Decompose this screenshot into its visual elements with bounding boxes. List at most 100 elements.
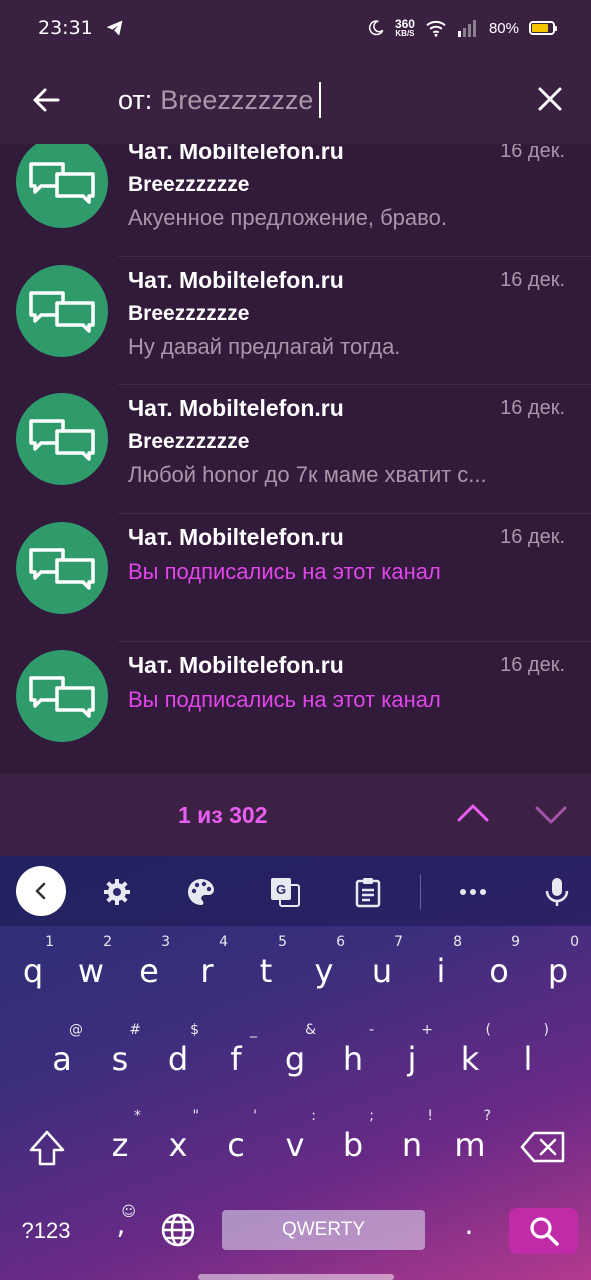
close-icon[interactable] [535, 84, 565, 114]
keyboard-collapse-button[interactable] [16, 866, 66, 916]
translate-icon[interactable]: G [269, 876, 301, 908]
keyboard-toolbar: G [0, 856, 591, 926]
search-results-list: Чат. Mobiltelefon.ru 16 дек. Breezzzzzze… [0, 144, 591, 774]
search-input[interactable]: от: Breezzzzzze [118, 82, 322, 118]
key-p[interactable]: 0p [533, 934, 583, 990]
key-x[interactable]: " x [153, 1108, 203, 1164]
result-counter: 1 из 302 [178, 802, 268, 828]
key-w[interactable]: 2w [66, 934, 116, 990]
message-preview: Любой honor до 7к маме хватит с... [128, 462, 487, 487]
search-filter-value: Breezzzzzze [160, 84, 314, 115]
battery-percent: 80% [488, 19, 519, 37]
svg-text:G: G [276, 882, 286, 897]
shift-icon[interactable] [27, 1128, 67, 1168]
clipboard-icon[interactable] [352, 876, 384, 908]
chat-title: Чат. Mobiltelefon.ru [128, 652, 344, 678]
palette-icon[interactable] [185, 876, 217, 908]
chat-bubbles-icon [29, 290, 95, 333]
signal-icon [457, 20, 476, 37]
key-f[interactable]: _ f [211, 1022, 261, 1078]
key-c[interactable]: ' c [211, 1108, 261, 1164]
key-v[interactable]: :v [270, 1108, 320, 1164]
key-l[interactable]: ) l [503, 1022, 553, 1078]
key-period[interactable]: . [444, 1208, 494, 1241]
moon-icon [368, 20, 384, 36]
gesture-nav-handle[interactable] [198, 1274, 394, 1280]
message-sender: Breezzzzzze [128, 173, 250, 196]
system-message: Вы подписались на этот канал [128, 558, 441, 584]
result-row[interactable]: Чат. Mobiltelefon.ru 16 дек. Breezzzzzze… [0, 385, 591, 514]
result-row[interactable]: Чат. Mobiltelefon.ru 16 дек. Вы подписал… [0, 514, 591, 642]
chat-avatar [16, 521, 108, 614]
chat-title: Чат. Mobiltelefon.ru [128, 144, 344, 164]
key-r[interactable]: 4r [182, 934, 232, 990]
key-g[interactable]: & g [270, 1022, 320, 1078]
key-m[interactable]: ? m [445, 1108, 495, 1164]
back-arrow-icon[interactable] [30, 84, 62, 116]
key-z[interactable]: * z [95, 1108, 145, 1164]
space-bar[interactable]: QWERTY [222, 1210, 425, 1250]
key-u[interactable]: 7u [357, 934, 407, 990]
message-date: 16 дек. [500, 525, 565, 548]
emoji-hint-icon: ☺ [121, 1204, 136, 1220]
key-y[interactable]: 6y [299, 934, 349, 990]
status-time: 23:31 [38, 17, 93, 39]
chat-bubbles-icon [29, 547, 95, 590]
result-row[interactable]: Чат. Mobiltelefon.ru 16 дек. Вы подписал… [0, 642, 591, 771]
backspace-icon[interactable] [520, 1130, 566, 1164]
more-icon[interactable] [457, 876, 489, 908]
result-row[interactable]: Чат. Mobiltelefon.ru 16 дек. Breezzzzzze… [0, 144, 591, 257]
message-date: 16 дек. [500, 654, 565, 676]
telegram-icon [106, 20, 123, 36]
key-s[interactable]: # s [95, 1022, 145, 1078]
chat-title: Чат. Mobiltelefon.ru [128, 266, 344, 293]
chat-bubbles-icon [29, 419, 95, 461]
key-b[interactable]: ; b [328, 1108, 378, 1164]
symbols-key[interactable]: ?123 [16, 1216, 76, 1246]
chat-bubbles-icon [29, 676, 95, 718]
message-sender: Breezzzzzze [128, 430, 250, 453]
chat-avatar [16, 144, 108, 228]
microphone-icon[interactable] [541, 876, 573, 908]
status-bar: 23:31 360 KB/S 80% [0, 0, 591, 56]
battery-icon [529, 21, 557, 35]
toolbar-divider [420, 874, 421, 910]
key-d[interactable]: $ d [153, 1022, 203, 1078]
chat-avatar [16, 650, 108, 742]
message-sender: Breezzzzzze [128, 301, 250, 325]
key-k[interactable]: (k [445, 1022, 495, 1078]
system-message: Вы подписались на этот канал [128, 687, 441, 712]
gear-icon[interactable] [101, 876, 133, 908]
key-e[interactable]: 3e [124, 934, 174, 990]
key-n[interactable]: ! n [387, 1108, 437, 1164]
network-speed: 360 KB/S [394, 17, 415, 38]
result-row[interactable]: Чат. Mobiltelefon.ru 16 дек. Breezzzzzze… [0, 257, 591, 385]
text-caret [319, 82, 322, 118]
search-header: от: Breezzzzzze [0, 56, 591, 144]
message-date: 16 дек. [500, 268, 565, 291]
message-date: 16 дек. [500, 397, 565, 419]
globe-icon[interactable] [160, 1212, 196, 1248]
key-a[interactable]: @ a [37, 1022, 87, 1078]
wifi-icon [426, 20, 446, 37]
key-h[interactable]: -h [328, 1022, 378, 1078]
chevron-down-icon[interactable] [534, 802, 568, 826]
chat-title: Чат. Mobiltelefon.ru [128, 523, 344, 550]
key-comma[interactable]: ☺, [96, 1204, 146, 1241]
message-date: 16 дек. [500, 144, 565, 162]
chevron-up-icon[interactable] [456, 800, 490, 824]
chat-bubbles-icon [29, 162, 95, 204]
chat-title: Чат. Mobiltelefon.ru [128, 395, 344, 421]
keyboard-search-button[interactable] [509, 1208, 578, 1254]
key-t[interactable]: 5t [241, 934, 291, 990]
message-preview: Акуенное предложение, браво. [128, 205, 447, 230]
message-preview: Ну давай предлагай тогда. [128, 333, 401, 359]
on-screen-keyboard: G 1q 2w 3e 4r 5t 6y 7u 8i 9o 0p @ a # s $ d… [0, 856, 591, 1280]
key-q[interactable]: 1q [8, 934, 58, 990]
key-i[interactable]: 8i [416, 934, 466, 990]
chat-avatar [16, 264, 108, 357]
search-filter-prefix: от: [118, 84, 153, 115]
search-icon [529, 1217, 559, 1246]
key-o[interactable]: 9o [474, 934, 524, 990]
key-j[interactable]: + j [387, 1022, 437, 1078]
